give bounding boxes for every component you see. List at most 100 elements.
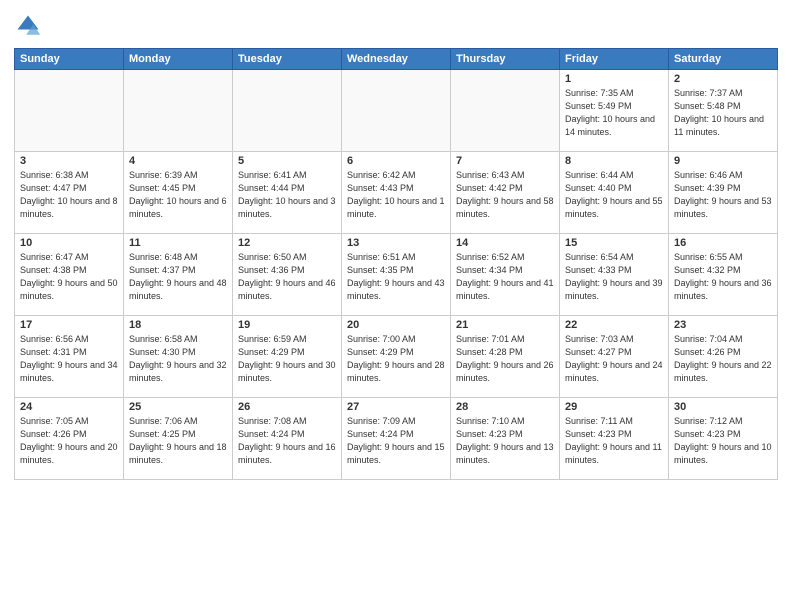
logo-icon bbox=[14, 12, 42, 40]
day-info: Sunrise: 6:42 AM Sunset: 4:43 PM Dayligh… bbox=[347, 169, 445, 221]
logo bbox=[14, 12, 46, 40]
calendar-week-3: 17 Sunrise: 6:56 AM Sunset: 4:31 PM Dayli… bbox=[15, 316, 778, 398]
calendar-cell bbox=[15, 70, 124, 152]
day-number: 2 bbox=[674, 73, 772, 85]
day-info: Sunrise: 7:09 AM Sunset: 4:24 PM Dayligh… bbox=[347, 415, 445, 467]
day-number: 8 bbox=[565, 155, 663, 167]
calendar-cell: 16 Sunrise: 6:55 AM Sunset: 4:32 PM Dayli… bbox=[669, 234, 778, 316]
calendar-cell: 13 Sunrise: 6:51 AM Sunset: 4:35 PM Dayli… bbox=[342, 234, 451, 316]
calendar-cell: 19 Sunrise: 6:59 AM Sunset: 4:29 PM Dayli… bbox=[233, 316, 342, 398]
day-number: 30 bbox=[674, 401, 772, 413]
calendar-week-4: 24Sunrise: 7:05 AM Sunset: 4:26 PM Dayli… bbox=[15, 398, 778, 480]
calendar-week-2: 10 Sunrise: 6:47 AM Sunset: 4:38 PM Dayli… bbox=[15, 234, 778, 316]
day-number: 4 bbox=[129, 155, 227, 167]
day-number: 16 bbox=[674, 237, 772, 249]
day-info: Sunrise: 7:37 AM Sunset: 5:48 PM Dayligh… bbox=[674, 87, 772, 139]
day-info: Sunrise: 7:03 AM Sunset: 4:27 PM Dayligh… bbox=[565, 333, 663, 385]
day-info: Sunrise: 6:43 AM Sunset: 4:42 PM Dayligh… bbox=[456, 169, 554, 221]
day-number: 12 bbox=[238, 237, 336, 249]
day-info: Sunrise: 7:12 AM Sunset: 4:23 PM Dayligh… bbox=[674, 415, 772, 467]
calendar: SundayMondayTuesdayWednesdayThursdayFrid… bbox=[14, 48, 778, 480]
calendar-header-sunday: Sunday bbox=[15, 49, 124, 70]
calendar-cell: 11 Sunrise: 6:48 AM Sunset: 4:37 PM Dayli… bbox=[124, 234, 233, 316]
day-number: 25 bbox=[129, 401, 227, 413]
day-info: Sunrise: 6:46 AM Sunset: 4:39 PM Dayligh… bbox=[674, 169, 772, 221]
day-info: Sunrise: 6:50 AM Sunset: 4:36 PM Dayligh… bbox=[238, 251, 336, 303]
day-number: 19 bbox=[238, 319, 336, 331]
calendar-cell: 6 Sunrise: 6:42 AM Sunset: 4:43 PM Daylig… bbox=[342, 152, 451, 234]
day-info: Sunrise: 6:51 AM Sunset: 4:35 PM Dayligh… bbox=[347, 251, 445, 303]
day-info: Sunrise: 6:47 AM Sunset: 4:38 PM Dayligh… bbox=[20, 251, 118, 303]
day-info: Sunrise: 7:35 AM Sunset: 5:49 PM Dayligh… bbox=[565, 87, 663, 139]
day-info: Sunrise: 6:54 AM Sunset: 4:33 PM Dayligh… bbox=[565, 251, 663, 303]
calendar-cell: 21Sunrise: 7:01 AM Sunset: 4:28 PM Dayli… bbox=[451, 316, 560, 398]
day-number: 29 bbox=[565, 401, 663, 413]
calendar-cell: 27 Sunrise: 7:09 AM Sunset: 4:24 PM Dayli… bbox=[342, 398, 451, 480]
day-info: Sunrise: 7:05 AM Sunset: 4:26 PM Dayligh… bbox=[20, 415, 118, 467]
day-number: 5 bbox=[238, 155, 336, 167]
day-info: Sunrise: 6:44 AM Sunset: 4:40 PM Dayligh… bbox=[565, 169, 663, 221]
calendar-header-thursday: Thursday bbox=[451, 49, 560, 70]
calendar-cell: 26 Sunrise: 7:08 AM Sunset: 4:24 PM Dayli… bbox=[233, 398, 342, 480]
day-number: 21 bbox=[456, 319, 554, 331]
calendar-cell: 30 Sunrise: 7:12 AM Sunset: 4:23 PM Dayli… bbox=[669, 398, 778, 480]
day-info: Sunrise: 6:48 AM Sunset: 4:37 PM Dayligh… bbox=[129, 251, 227, 303]
calendar-cell: 29 Sunrise: 7:11 AM Sunset: 4:23 PM Dayli… bbox=[560, 398, 669, 480]
day-info: Sunrise: 6:38 AM Sunset: 4:47 PM Dayligh… bbox=[20, 169, 118, 221]
day-number: 9 bbox=[674, 155, 772, 167]
calendar-cell: 10 Sunrise: 6:47 AM Sunset: 4:38 PM Dayli… bbox=[15, 234, 124, 316]
calendar-cell: 25 Sunrise: 7:06 AM Sunset: 4:25 PM Dayli… bbox=[124, 398, 233, 480]
day-number: 7 bbox=[456, 155, 554, 167]
calendar-cell: 28 Sunrise: 7:10 AM Sunset: 4:23 PM Dayli… bbox=[451, 398, 560, 480]
day-number: 22 bbox=[565, 319, 663, 331]
day-number: 28 bbox=[456, 401, 554, 413]
calendar-cell: 9 Sunrise: 6:46 AM Sunset: 4:39 PM Daylig… bbox=[669, 152, 778, 234]
day-number: 6 bbox=[347, 155, 445, 167]
calendar-cell: 5Sunrise: 6:41 AM Sunset: 4:44 PM Daylig… bbox=[233, 152, 342, 234]
calendar-header-saturday: Saturday bbox=[669, 49, 778, 70]
day-number: 14 bbox=[456, 237, 554, 249]
calendar-cell bbox=[451, 70, 560, 152]
day-info: Sunrise: 7:10 AM Sunset: 4:23 PM Dayligh… bbox=[456, 415, 554, 467]
calendar-cell bbox=[342, 70, 451, 152]
calendar-cell: 12 Sunrise: 6:50 AM Sunset: 4:36 PM Dayli… bbox=[233, 234, 342, 316]
header bbox=[14, 12, 778, 40]
calendar-cell bbox=[124, 70, 233, 152]
calendar-cell: 7 Sunrise: 6:43 AM Sunset: 4:42 PM Daylig… bbox=[451, 152, 560, 234]
day-info: Sunrise: 7:04 AM Sunset: 4:26 PM Dayligh… bbox=[674, 333, 772, 385]
day-info: Sunrise: 6:59 AM Sunset: 4:29 PM Dayligh… bbox=[238, 333, 336, 385]
calendar-cell: 15 Sunrise: 6:54 AM Sunset: 4:33 PM Dayli… bbox=[560, 234, 669, 316]
day-number: 23 bbox=[674, 319, 772, 331]
day-number: 3 bbox=[20, 155, 118, 167]
calendar-cell: 20Sunrise: 7:00 AM Sunset: 4:29 PM Dayli… bbox=[342, 316, 451, 398]
calendar-cell: 23 Sunrise: 7:04 AM Sunset: 4:26 PM Dayli… bbox=[669, 316, 778, 398]
day-info: Sunrise: 7:06 AM Sunset: 4:25 PM Dayligh… bbox=[129, 415, 227, 467]
calendar-header-friday: Friday bbox=[560, 49, 669, 70]
calendar-cell: 4 Sunrise: 6:39 AM Sunset: 4:45 PM Daylig… bbox=[124, 152, 233, 234]
day-info: Sunrise: 6:56 AM Sunset: 4:31 PM Dayligh… bbox=[20, 333, 118, 385]
calendar-week-1: 3 Sunrise: 6:38 AM Sunset: 4:47 PM Daylig… bbox=[15, 152, 778, 234]
day-number: 15 bbox=[565, 237, 663, 249]
day-info: Sunrise: 7:11 AM Sunset: 4:23 PM Dayligh… bbox=[565, 415, 663, 467]
calendar-header-tuesday: Tuesday bbox=[233, 49, 342, 70]
calendar-cell: 18Sunrise: 6:58 AM Sunset: 4:30 PM Dayli… bbox=[124, 316, 233, 398]
day-number: 11 bbox=[129, 237, 227, 249]
calendar-header-monday: Monday bbox=[124, 49, 233, 70]
calendar-cell: 17 Sunrise: 6:56 AM Sunset: 4:31 PM Dayli… bbox=[15, 316, 124, 398]
calendar-header-row: SundayMondayTuesdayWednesdayThursdayFrid… bbox=[15, 49, 778, 70]
calendar-cell bbox=[233, 70, 342, 152]
day-info: Sunrise: 7:00 AM Sunset: 4:29 PM Dayligh… bbox=[347, 333, 445, 385]
day-number: 10 bbox=[20, 237, 118, 249]
day-info: Sunrise: 6:39 AM Sunset: 4:45 PM Dayligh… bbox=[129, 169, 227, 221]
day-number: 13 bbox=[347, 237, 445, 249]
calendar-cell: 22 Sunrise: 7:03 AM Sunset: 4:27 PM Dayli… bbox=[560, 316, 669, 398]
calendar-cell: 8 Sunrise: 6:44 AM Sunset: 4:40 PM Daylig… bbox=[560, 152, 669, 234]
day-info: Sunrise: 6:55 AM Sunset: 4:32 PM Dayligh… bbox=[674, 251, 772, 303]
day-number: 27 bbox=[347, 401, 445, 413]
day-info: Sunrise: 7:08 AM Sunset: 4:24 PM Dayligh… bbox=[238, 415, 336, 467]
calendar-cell: 1Sunrise: 7:35 AM Sunset: 5:49 PM Daylig… bbox=[560, 70, 669, 152]
day-number: 17 bbox=[20, 319, 118, 331]
day-number: 26 bbox=[238, 401, 336, 413]
day-number: 18 bbox=[129, 319, 227, 331]
calendar-cell: 24Sunrise: 7:05 AM Sunset: 4:26 PM Dayli… bbox=[15, 398, 124, 480]
